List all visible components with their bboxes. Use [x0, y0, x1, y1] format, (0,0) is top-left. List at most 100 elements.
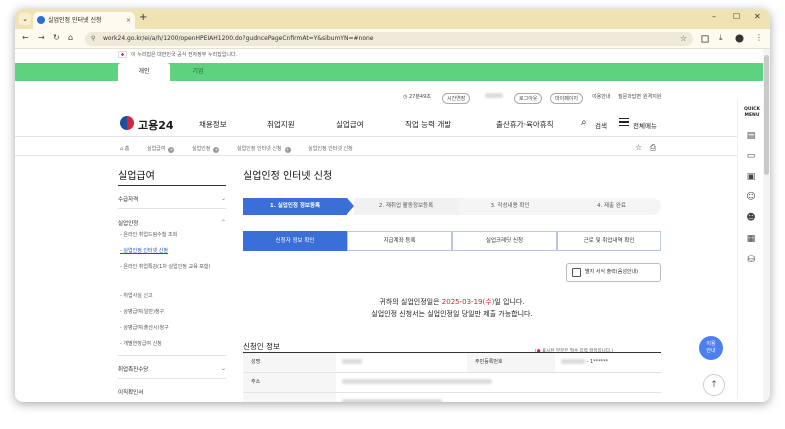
print-icon[interactable]: ⎙	[650, 143, 656, 152]
back-icon[interactable]: ←	[22, 33, 29, 42]
extend-session-button[interactable]: 시간연장	[442, 93, 471, 104]
chevron-down-icon: ⌄	[220, 195, 226, 202]
tab-bank-account[interactable]: 지급계좌 등록	[347, 231, 452, 251]
breadcrumb-toggle-icon[interactable]: +	[168, 147, 175, 153]
extensions-icon[interactable]	[701, 34, 710, 43]
calendar-icon[interactable]: ▦	[746, 234, 756, 244]
value-resident-number: - 1******	[555, 353, 661, 372]
label-empty	[243, 393, 336, 402]
section-title-applicant: 신청인 정보	[243, 342, 280, 351]
close-window-button[interactable]: ✕	[754, 12, 761, 21]
tab-individual[interactable]: 개인	[118, 63, 170, 81]
label-name: 성명	[243, 353, 336, 372]
maximize-button[interactable]: ☐	[733, 12, 740, 21]
breadcrumb-item[interactable]: 실업급여	[147, 146, 165, 152]
session-timer: ◷ 27분49초	[403, 93, 431, 100]
address-bar[interactable]: ⚲ work24.go.kr/ei/a/h/1200/openHPEIAH120…	[85, 32, 693, 46]
home-icon[interactable]: ⌂	[120, 146, 123, 152]
table-row: 성명 주민등록번호 - 1******	[243, 353, 661, 373]
tab-unemployment-credit[interactable]: 실업크레딧 신청	[452, 231, 557, 251]
chatbot-icon[interactable]: ☺	[746, 192, 756, 202]
breadcrumb-toggle-icon[interactable]: +	[213, 147, 220, 153]
sidebar-sub-dream-notebook[interactable]: - 온라인 취업드림수첩 조회	[120, 231, 224, 239]
sidebar-divider	[118, 208, 226, 209]
usage-guide-button[interactable]: 이용 안내	[699, 336, 723, 360]
scrollbar-thumb[interactable]	[764, 55, 769, 175]
database-icon[interactable]: ⛁	[746, 255, 756, 265]
clock-icon: ◷	[403, 94, 408, 100]
new-tab-button[interactable]: +	[139, 12, 147, 23]
chat-icon[interactable]: ▭	[746, 151, 756, 161]
favicon-icon	[37, 16, 45, 24]
browser-toolbar: ← → ↻ ⌂ ⚲ work24.go.kr/ei/a/h/1200/openH…	[15, 29, 770, 49]
profile-avatar-icon[interactable]	[735, 34, 744, 43]
sidebar-sub-internet-application[interactable]: - 실업인정 인터넷 신청	[120, 247, 224, 255]
logo-emblem-icon	[120, 116, 134, 130]
submission-rule-notice: 실업인정 신청서는 실업인정일 당일만 제출 가능합니다.	[371, 310, 533, 318]
page-scrollbar[interactable]	[763, 49, 770, 402]
sidebar-sub-sickness-general[interactable]: - 상병급여(일반)청구	[120, 308, 224, 316]
web-page: 이 누리집은 대한민국 공식 전자정부 누리집입니다. 개인 기업 ◷ 27분4…	[15, 49, 763, 402]
tab-close-icon[interactable]: ×	[126, 12, 131, 29]
tab-applicant-info[interactable]: 신청자 정보 확인	[243, 231, 347, 251]
nav-vocational-training[interactable]: 직업 능력 개발	[405, 119, 451, 130]
table-row	[243, 393, 661, 402]
favorite-star-icon[interactable]: ☆	[635, 143, 642, 152]
breadcrumb-item[interactable]: 실업인정	[192, 146, 210, 152]
logo-text: 고용24	[138, 119, 174, 132]
sidebar-sub-sickness-childbirth[interactable]: - 상병급여(출산시)청구	[120, 324, 224, 332]
breadcrumb-current: 실업인정 인터넷 신청	[308, 146, 353, 152]
link-guide[interactable]: 이용안내	[592, 93, 610, 100]
minimize-button[interactable]: –	[712, 12, 716, 21]
address-url: work24.go.kr/ei/a/h/1200/openHPEIAH1200.…	[103, 35, 374, 42]
search-icon[interactable]: ⌕	[581, 117, 587, 128]
nav-unemployment-benefit[interactable]: 실업급여	[336, 119, 364, 130]
download-icon[interactable]: ⤓	[719, 33, 723, 43]
monitor-icon[interactable]: ▣	[746, 172, 756, 182]
home-icon[interactable]: ⌂	[68, 33, 73, 42]
scroll-top-button[interactable]: ↑	[703, 374, 725, 396]
nav-jobs[interactable]: 채용정보	[199, 119, 227, 130]
breadcrumb-toggle-icon[interactable]: +	[284, 147, 291, 153]
sidebar-divider	[118, 355, 226, 356]
step-2: 2. 재취업 활동정보등록	[354, 198, 458, 215]
breadcrumb-item[interactable]: 실업인정 인터넷 신청	[237, 146, 282, 152]
sidebar-sub-employment-report[interactable]: - 취업사실 신고	[120, 292, 224, 300]
sidebar-item-eligibility[interactable]: 수급자격 ⌄	[118, 195, 226, 203]
mypage-button[interactable]: 마이페이지	[550, 93, 584, 104]
reload-icon[interactable]: ↻	[53, 33, 60, 42]
bookmark-star-icon[interactable]: ☆	[680, 32, 687, 46]
sidebar-item-separation-certificate[interactable]: 이직확인서	[118, 388, 226, 396]
tab-title: 실업인정 인터넷 신청	[48, 17, 102, 24]
tab-company[interactable]: 기업	[172, 63, 224, 81]
browser-menu-icon[interactable]: ⋮	[755, 33, 763, 42]
hamburger-menu-icon[interactable]	[619, 118, 629, 126]
document-icon[interactable]: ▤	[746, 131, 756, 141]
print-form-label: 별지 서식 출력(음성안내)	[585, 269, 639, 275]
header-divider	[15, 136, 763, 137]
label-address: 주소	[243, 373, 336, 392]
nav-employment-support[interactable]: 취업지원	[267, 119, 295, 130]
link-qna[interactable]: 질문과답변	[618, 93, 641, 100]
link-remote-support[interactable]: 원격지원	[643, 93, 661, 100]
label-resident-number: 주민등록번호	[467, 353, 555, 372]
nav-parental-leave[interactable]: 출산휴가·육아휴직	[496, 119, 554, 130]
sidebar-divider	[118, 378, 226, 379]
sidebar-sub-individual-extension[interactable]: - 개별연장급여 신청	[120, 340, 224, 348]
browser-tab[interactable]: 실업인정 인터넷 신청 ×	[33, 12, 135, 29]
forward-icon[interactable]: →	[38, 33, 45, 42]
site-info-icon[interactable]: ⚲	[91, 32, 95, 46]
breadcrumb-home[interactable]: 홈	[125, 146, 130, 152]
print-form-button[interactable]: 별지 서식 출력(음성안내)	[566, 263, 661, 282]
smile-icon[interactable]: ☻	[746, 213, 756, 223]
breadcrumb-divider	[15, 155, 763, 156]
sidebar-item-certification[interactable]: 실업인정 ⌃	[118, 219, 226, 227]
logout-button[interactable]: 로그아웃	[514, 93, 543, 104]
search-label[interactable]: 검색	[595, 120, 607, 130]
sidebar-sub-online-lecture[interactable]: - 온라인 취업특강(1차 실업인정 교육 포함)	[120, 263, 224, 271]
tab-search-button[interactable]: ⌄	[19, 13, 31, 25]
sidebar-item-reemployment-allowance[interactable]: 취업촉진수당 ⌄	[118, 365, 226, 373]
page-title: 실업인정 인터넷 신청	[243, 171, 333, 182]
all-menu-label[interactable]: 전체메뉴	[633, 120, 657, 130]
tab-work-history[interactable]: 근로 및 취업내역 확인	[557, 231, 661, 251]
